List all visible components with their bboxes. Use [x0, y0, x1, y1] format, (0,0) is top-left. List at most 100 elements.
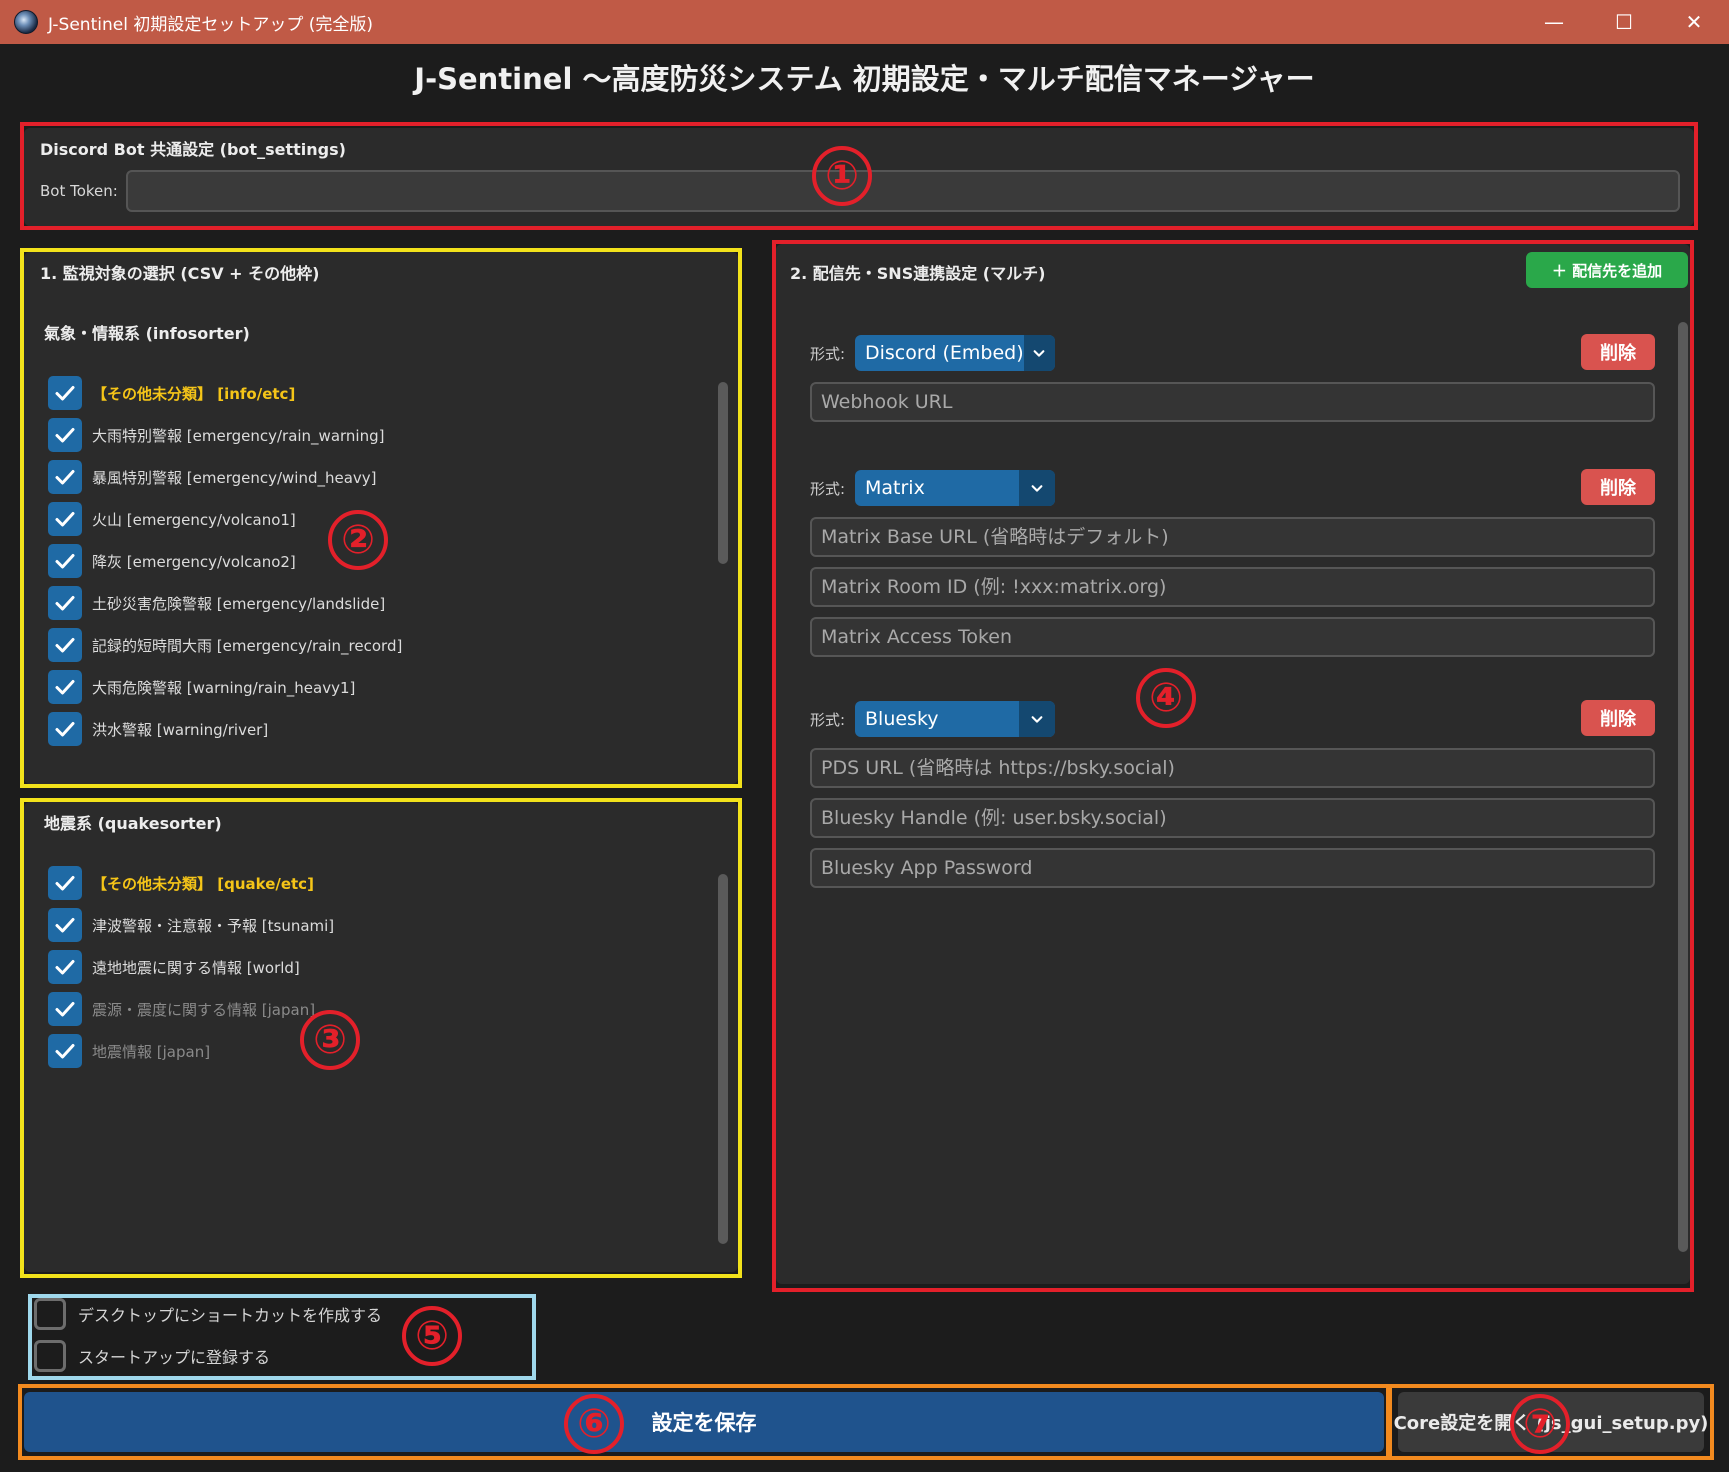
delete-destination-button[interactable]: 削除: [1581, 469, 1655, 505]
window-title: J-Sentinel 初期設定セットアップ (完全版): [48, 14, 373, 35]
format-selected-value: Matrix: [865, 477, 925, 499]
monitor-checkbox-item[interactable]: 【その他未分類】 [info/etc]: [48, 372, 708, 414]
format-label: 形式:: [810, 344, 846, 363]
quake-list-scrollbar[interactable]: [718, 874, 728, 1244]
checkbox-label: 大雨特別警報 [emergency/rain_warning]: [92, 426, 385, 445]
monitor-checkbox-item[interactable]: 震源・震度に関する情報 [japan]: [48, 988, 708, 1030]
chevron-down-icon[interactable]: [1019, 470, 1055, 506]
window-titlebar: J-Sentinel 初期設定セットアップ (完全版) — ☐ ✕: [0, 0, 1729, 44]
shortcut-checkbox[interactable]: [34, 1298, 66, 1330]
format-dropdown[interactable]: Matrix: [855, 470, 1055, 506]
destination-entry: 形式: Bluesky 削除: [810, 700, 1655, 888]
checkbox-checked-icon[interactable]: [48, 670, 82, 704]
checkbox-label: 【その他未分類】 [quake/etc]: [92, 874, 314, 893]
checkbox-label: 土砂災害危険警報 [emergency/landslide]: [92, 594, 386, 613]
checkbox-label: 震源・震度に関する情報 [japan]: [92, 1000, 316, 1019]
destination-entry: 形式: Discord (Embed) 削除: [810, 334, 1655, 422]
chevron-down-icon[interactable]: [1019, 701, 1055, 737]
format-dropdown[interactable]: Bluesky: [855, 701, 1055, 737]
app-globe-icon: [14, 10, 38, 34]
minimize-button[interactable]: —: [1519, 0, 1589, 44]
destination-format-row: 形式: Bluesky 削除: [810, 700, 1655, 738]
checkbox-checked-icon[interactable]: [48, 586, 82, 620]
startup-option[interactable]: スタートアップに登録する: [34, 1340, 270, 1372]
annotation-marker-3: ③: [300, 1010, 360, 1070]
chevron-down-icon[interactable]: [1023, 335, 1055, 371]
annotation-marker-6: ⑥: [564, 1394, 624, 1454]
format-selected-value: Bluesky: [865, 708, 939, 730]
checkbox-checked-icon[interactable]: [48, 418, 82, 452]
destination-field-input[interactable]: [810, 748, 1655, 788]
destination-format-row: 形式: Matrix 削除: [810, 469, 1655, 507]
destination-field-input[interactable]: [810, 517, 1655, 557]
format-dropdown[interactable]: Discord (Embed): [855, 335, 1055, 371]
annotation-marker-4: ④: [1136, 668, 1196, 728]
maximize-button[interactable]: ☐: [1589, 0, 1659, 44]
bot-token-input[interactable]: [126, 170, 1680, 212]
info-list-scrollbar[interactable]: [718, 382, 728, 564]
bot-settings-title: Discord Bot 共通設定 (bot_settings): [40, 140, 346, 159]
monitor-checkbox-item[interactable]: 大雨危険警報 [warning/rain_heavy1]: [48, 666, 708, 708]
format-label: 形式:: [810, 710, 846, 729]
annotation-marker-2: ②: [328, 510, 388, 570]
window-controls: — ☐ ✕: [1519, 0, 1729, 44]
monitoring-section-title: 1. 監視対象の選択 (CSV + その他枠): [40, 264, 320, 283]
monitor-checkbox-item[interactable]: 遠地地震に関する情報 [world]: [48, 946, 708, 988]
checkbox-label: 洪水警報 [warning/river]: [92, 720, 269, 739]
delete-destination-button[interactable]: 削除: [1581, 334, 1655, 370]
monitor-checkbox-item[interactable]: 地震情報 [japan]: [48, 1030, 708, 1072]
close-button[interactable]: ✕: [1659, 0, 1729, 44]
annotation-marker-1: ①: [812, 146, 872, 206]
destination-field-input[interactable]: [810, 798, 1655, 838]
monitor-checkbox-item[interactable]: 津波警報・注意報・予報 [tsunami]: [48, 904, 708, 946]
checkbox-checked-icon[interactable]: [48, 712, 82, 746]
monitor-checkbox-item[interactable]: 記録的短時間大雨 [emergency/rain_record]: [48, 624, 708, 666]
page-title: J-Sentinel 〜高度防災システム 初期設定・マルチ配信マネージャー: [414, 62, 1315, 96]
destinations-scrollbar[interactable]: [1678, 322, 1688, 1252]
checkbox-checked-icon[interactable]: [48, 992, 82, 1026]
monitor-checkbox-item[interactable]: 【その他未分類】 [quake/etc]: [48, 862, 708, 904]
destination-field-input[interactable]: [810, 567, 1655, 607]
startup-checkbox[interactable]: [34, 1340, 66, 1372]
shortcut-label: デスクトップにショートカットを作成する: [78, 1306, 383, 1325]
checkbox-label: 火山 [emergency/volcano1]: [92, 510, 296, 529]
info-checkbox-list: 【その他未分類】 [info/etc] 大雨特別警報 [emergency/rai…: [48, 372, 708, 766]
destination-format-row: 形式: Discord (Embed) 削除: [810, 334, 1655, 372]
checkbox-checked-icon[interactable]: [48, 866, 82, 900]
destination-entry: 形式: Matrix 削除: [810, 469, 1655, 657]
checkbox-label: 地震情報 [japan]: [92, 1042, 211, 1061]
save-settings-button[interactable]: 設定を保存: [24, 1392, 1384, 1452]
checkbox-checked-icon[interactable]: [48, 376, 82, 410]
checkbox-checked-icon[interactable]: [48, 460, 82, 494]
checkbox-label: 津波警報・注意報・予報 [tsunami]: [92, 916, 335, 935]
destinations-section-title: 2. 配信先・SNS連携設定 (マルチ): [790, 264, 1046, 283]
checkbox-checked-icon[interactable]: [48, 950, 82, 984]
destination-field-input[interactable]: [810, 382, 1655, 422]
add-destination-button[interactable]: ＋ 配信先を追加: [1526, 252, 1688, 288]
startup-label: スタートアップに登録する: [78, 1348, 271, 1367]
checkbox-label: 記録的短時間大雨 [emergency/rain_record]: [92, 636, 403, 655]
checkbox-checked-icon[interactable]: [48, 502, 82, 536]
format-label: 形式:: [810, 479, 846, 498]
delete-destination-button[interactable]: 削除: [1581, 700, 1655, 736]
checkbox-checked-icon[interactable]: [48, 1034, 82, 1068]
checkbox-label: 【その他未分類】 [info/etc]: [92, 384, 296, 403]
quake-checkbox-list: 【その他未分類】 [quake/etc] 津波警報・注意報・予報 [tsunami…: [48, 862, 708, 1092]
monitor-checkbox-item[interactable]: 洪水警報 [warning/river]: [48, 708, 708, 750]
shortcut-option[interactable]: デスクトップにショートカットを作成する: [34, 1298, 382, 1330]
format-selected-value: Discord (Embed): [865, 342, 1024, 364]
monitor-checkbox-item[interactable]: 土砂災害危険警報 [emergency/landslide]: [48, 582, 708, 624]
annotation-marker-5: ⑤: [402, 1306, 462, 1366]
checkbox-label: 遠地地震に関する情報 [world]: [92, 958, 300, 977]
checkbox-checked-icon[interactable]: [48, 544, 82, 578]
quake-group-title: 地震系 (quakesorter): [44, 814, 222, 833]
checkbox-checked-icon[interactable]: [48, 628, 82, 662]
destination-field-input[interactable]: [810, 848, 1655, 888]
destination-field-input[interactable]: [810, 617, 1655, 657]
info-group-title: 氣象・情報系 (infosorter): [44, 324, 250, 343]
checkbox-label: 暴風特別警報 [emergency/wind_heavy]: [92, 468, 377, 487]
checkbox-checked-icon[interactable]: [48, 908, 82, 942]
monitor-checkbox-item[interactable]: 暴風特別警報 [emergency/wind_heavy]: [48, 456, 708, 498]
bot-token-label: Bot Token:: [40, 182, 118, 200]
monitor-checkbox-item[interactable]: 大雨特別警報 [emergency/rain_warning]: [48, 414, 708, 456]
